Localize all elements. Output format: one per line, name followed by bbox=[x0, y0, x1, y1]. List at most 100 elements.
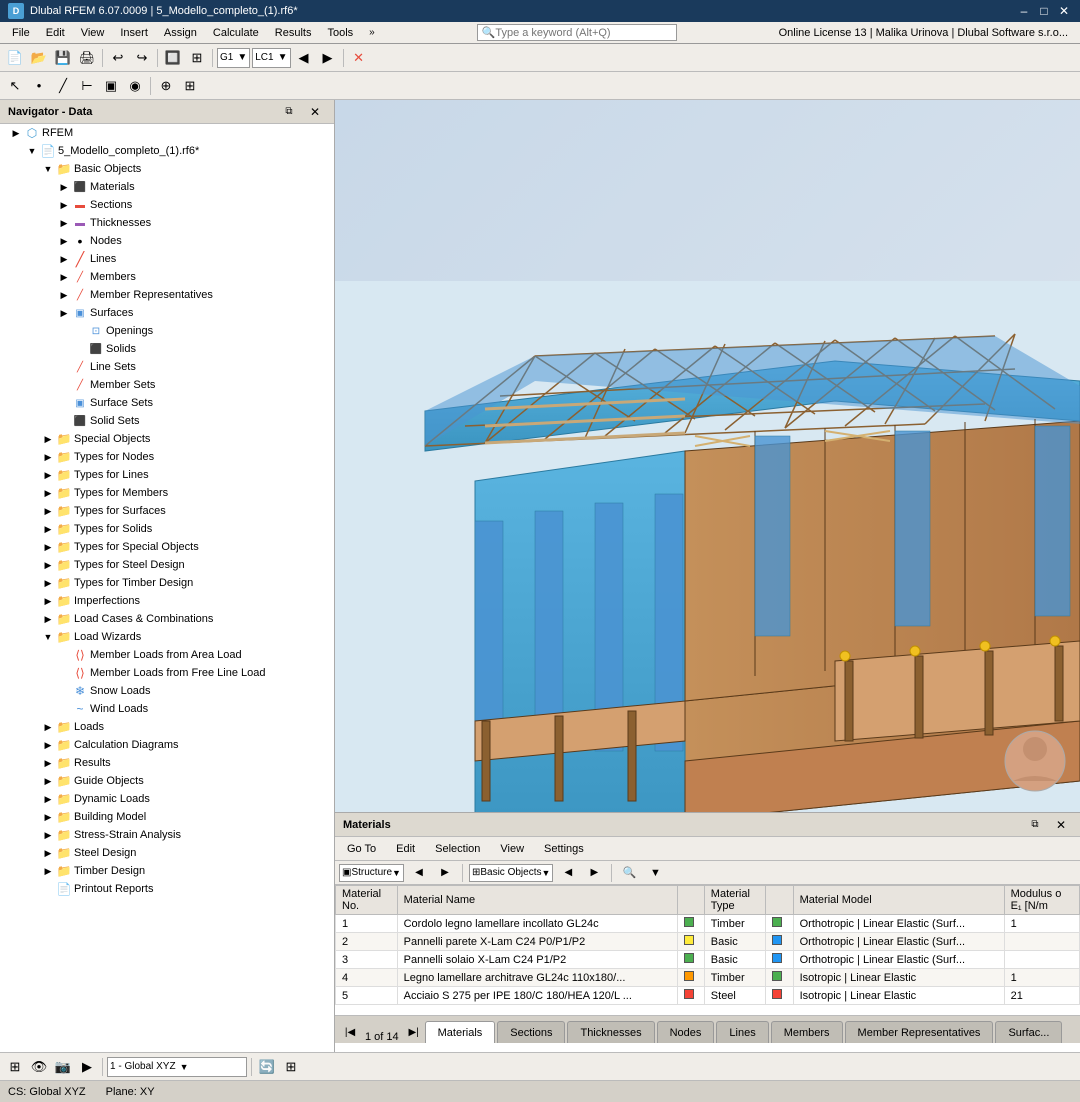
calc-diagrams-toggle[interactable]: ▶ bbox=[40, 737, 56, 753]
panel-search-btn[interactable]: 🔍 bbox=[618, 862, 640, 884]
maximize-button[interactable]: □ bbox=[1036, 3, 1052, 19]
print-btn[interactable]: 🖨 bbox=[76, 47, 98, 69]
save-btn[interactable]: 💾 bbox=[52, 47, 74, 69]
tree-item-basic-objects[interactable]: ▼ 📁 Basic Objects bbox=[0, 160, 334, 178]
timber-design-toggle[interactable]: ▶ bbox=[40, 863, 56, 879]
menu-arrow[interactable]: » bbox=[361, 25, 383, 40]
tab-thicknesses[interactable]: Thicknesses bbox=[567, 1021, 654, 1043]
tree-item-members[interactable]: ▶ ╱ Members bbox=[0, 268, 334, 286]
dynamic-loads-toggle[interactable]: ▶ bbox=[40, 791, 56, 807]
load-cases-toggle[interactable]: ▶ bbox=[40, 611, 56, 627]
special-objects-toggle[interactable]: ▶ bbox=[40, 431, 56, 447]
snap-grid-btn[interactable]: ⊞ bbox=[280, 1056, 302, 1078]
tree-item-calc-diagrams[interactable]: ▶ 📁 Calculation Diagrams bbox=[0, 736, 334, 754]
surface-btn[interactable]: ▣ bbox=[100, 75, 122, 97]
menu-assign[interactable]: Assign bbox=[156, 25, 205, 41]
solids-toggle[interactable] bbox=[72, 341, 88, 357]
minimize-button[interactable]: – bbox=[1016, 3, 1032, 19]
tree-item-loads[interactable]: ▶ 📁 Loads bbox=[0, 718, 334, 736]
member-sets-toggle[interactable] bbox=[56, 377, 72, 393]
tree-item-wind-loads[interactable]: ~ Wind Loads bbox=[0, 700, 334, 718]
building-model-toggle[interactable]: ▶ bbox=[40, 809, 56, 825]
coord-system-combo[interactable]: 1 - Global XYZ ▼ bbox=[107, 1057, 247, 1077]
tab-members[interactable]: Members bbox=[771, 1021, 843, 1043]
select-btn[interactable]: ↖ bbox=[4, 75, 26, 97]
close-button[interactable]: ✕ bbox=[1056, 3, 1072, 19]
camera-btn[interactable]: 📷 bbox=[52, 1056, 74, 1078]
grid-btn[interactable]: ⊞ bbox=[179, 75, 201, 97]
results-toggle[interactable]: ▶ bbox=[40, 755, 56, 771]
tabs-next-btn[interactable]: ▶| bbox=[403, 1021, 425, 1043]
table-row[interactable]: 4 Legno lamellare architrave GL24c 110x1… bbox=[336, 969, 1080, 987]
tree-item-types-timber-design[interactable]: ▶ 📁 Types for Timber Design bbox=[0, 574, 334, 592]
tab-sections[interactable]: Sections bbox=[497, 1021, 565, 1043]
wind-loads-toggle[interactable] bbox=[56, 701, 72, 717]
panel-close-btn[interactable]: ✕ bbox=[1050, 814, 1072, 836]
types-surfaces-toggle[interactable]: ▶ bbox=[40, 503, 56, 519]
loads-toggle[interactable]: ▶ bbox=[40, 719, 56, 735]
types-lines-toggle[interactable]: ▶ bbox=[40, 467, 56, 483]
tree-item-materials[interactable]: ▶ ⬛ Materials bbox=[0, 178, 334, 196]
types-members-toggle[interactable]: ▶ bbox=[40, 485, 56, 501]
table-row[interactable]: 3 Pannelli solaio X-Lam C24 P1/P2 Basic … bbox=[336, 951, 1080, 969]
tree-item-surface-sets[interactable]: ▣ Surface Sets bbox=[0, 394, 334, 412]
panel-menu-settings[interactable]: Settings bbox=[536, 841, 592, 857]
undo-btn[interactable]: ↩ bbox=[107, 47, 129, 69]
tree-item-types-steel-design[interactable]: ▶ 📁 Types for Steel Design bbox=[0, 556, 334, 574]
calc-btn[interactable]: ✕ bbox=[348, 47, 370, 69]
menu-results[interactable]: Results bbox=[267, 25, 320, 41]
coord-btn[interactable]: ⊞ bbox=[4, 1056, 26, 1078]
tree-item-member-loads-free[interactable]: ⟨⟩ Member Loads from Free Line Load bbox=[0, 664, 334, 682]
table-row[interactable]: 5 Acciaio S 275 per IPE 180/C 180/HEA 12… bbox=[336, 987, 1080, 1005]
steel-design-toggle[interactable]: ▶ bbox=[40, 845, 56, 861]
surfaces-toggle[interactable]: ▶ bbox=[56, 305, 72, 321]
tree-item-timber-design[interactable]: ▶ 📁 Timber Design bbox=[0, 862, 334, 880]
tree-item-results[interactable]: ▶ 📁 Results bbox=[0, 754, 334, 772]
types-timber-toggle[interactable]: ▶ bbox=[40, 575, 56, 591]
surface-sets-toggle[interactable] bbox=[56, 395, 72, 411]
panel-objects-prev[interactable]: ◀ bbox=[557, 862, 579, 884]
view3d-btn[interactable]: 🔲 bbox=[162, 47, 184, 69]
panel-nav-prev[interactable]: ◀ bbox=[408, 862, 430, 884]
tree-item-rfem[interactable]: ▶ ⬡ RFEM bbox=[0, 124, 334, 142]
tree-item-building-model[interactable]: ▶ 📁 Building Model bbox=[0, 808, 334, 826]
sections-toggle[interactable]: ▶ bbox=[56, 197, 72, 213]
tree-item-sections[interactable]: ▶ ▬ Sections bbox=[0, 196, 334, 214]
tree-item-openings[interactable]: ⊡ Openings bbox=[0, 322, 334, 340]
panel-objects-next[interactable]: ▶ bbox=[583, 862, 605, 884]
members-toggle[interactable]: ▶ bbox=[56, 269, 72, 285]
table-row[interactable]: 2 Pannelli parete X-Lam C24 P0/P1/P2 Bas… bbox=[336, 933, 1080, 951]
next-btn[interactable]: ▶ bbox=[317, 47, 339, 69]
tree-item-member-loads-area[interactable]: ⟨⟩ Member Loads from Area Load bbox=[0, 646, 334, 664]
tree-item-types-lines[interactable]: ▶ 📁 Types for Lines bbox=[0, 466, 334, 484]
types-nodes-toggle[interactable]: ▶ bbox=[40, 449, 56, 465]
tab-member-reps[interactable]: Member Representatives bbox=[845, 1021, 994, 1043]
tree-item-load-wizards[interactable]: ▼ 📁 Load Wizards bbox=[0, 628, 334, 646]
new-btn[interactable]: 📄 bbox=[4, 47, 26, 69]
tree-item-guide-objects[interactable]: ▶ 📁 Guide Objects bbox=[0, 772, 334, 790]
tree-item-member-sets[interactable]: ╱ Member Sets bbox=[0, 376, 334, 394]
tabs-prev-btn[interactable]: |◀ bbox=[339, 1021, 361, 1043]
materials-toggle[interactable]: ▶ bbox=[56, 179, 72, 195]
view2d-btn[interactable]: ⊞ bbox=[186, 47, 208, 69]
solid-sets-toggle[interactable] bbox=[56, 413, 72, 429]
view-combo-lc1[interactable]: LC1 ▼ bbox=[252, 48, 290, 68]
nodes-toggle[interactable]: ▶ bbox=[56, 233, 72, 249]
panel-nav-next[interactable]: ▶ bbox=[434, 862, 456, 884]
tree-item-solid-sets[interactable]: ⬛ Solid Sets bbox=[0, 412, 334, 430]
line-btn[interactable]: ╱ bbox=[52, 75, 74, 97]
tree-item-solids[interactable]: ⬛ Solids bbox=[0, 340, 334, 358]
types-special-objects-toggle[interactable]: ▶ bbox=[40, 539, 56, 555]
panel-combo-basic-objects[interactable]: ⊞ Basic Objects ▼ bbox=[469, 864, 553, 882]
table-row[interactable]: 1 Cordolo legno lamellare incollato GL24… bbox=[336, 915, 1080, 933]
menu-file[interactable]: File bbox=[4, 25, 38, 41]
menu-insert[interactable]: Insert bbox=[112, 25, 156, 41]
tree-item-surfaces[interactable]: ▶ ▣ Surfaces bbox=[0, 304, 334, 322]
panel-menu-edit[interactable]: Edit bbox=[388, 841, 423, 857]
openings-toggle[interactable] bbox=[72, 323, 88, 339]
load-wizards-toggle[interactable]: ▼ bbox=[40, 629, 56, 645]
member-reps-toggle[interactable]: ▶ bbox=[56, 287, 72, 303]
menu-tools[interactable]: Tools bbox=[319, 25, 361, 41]
lines-toggle[interactable]: ▶ bbox=[56, 251, 72, 267]
panel-filter-btn[interactable]: ▼ bbox=[644, 862, 666, 884]
